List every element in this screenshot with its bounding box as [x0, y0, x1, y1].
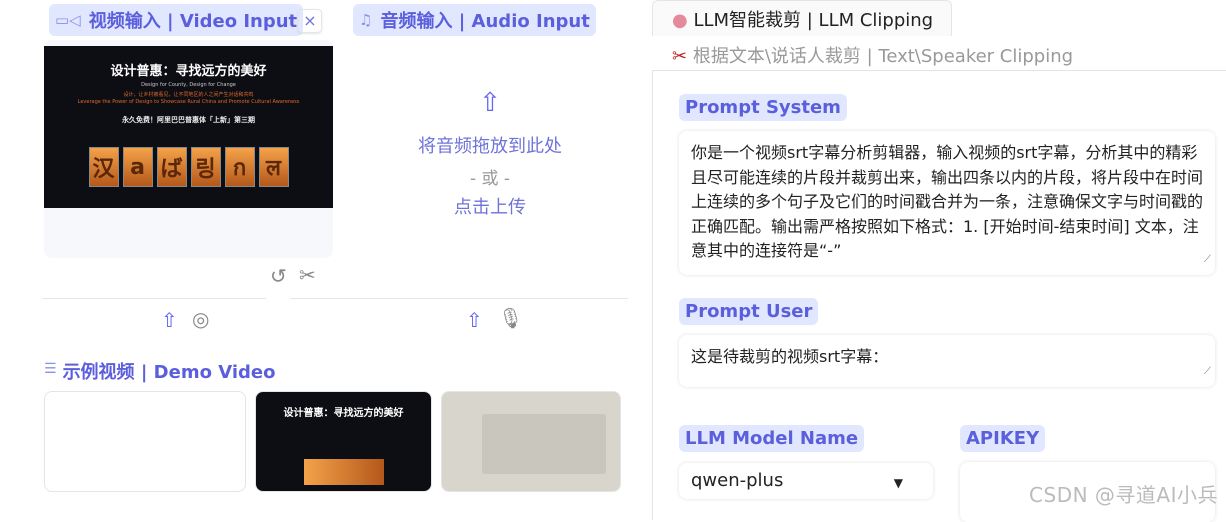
resize-handle-icon[interactable]: ⟋	[1204, 360, 1211, 385]
video-frame-event: 永久免费！阿里巴巴普惠体「上新」第三期	[122, 116, 255, 124]
thumbnail-title: 设计普惠：寻找远方的美好	[283, 408, 404, 419]
glyph-block: a	[122, 147, 153, 187]
webcam-icon[interactable]: ◎	[192, 307, 209, 331]
video-input-label: ▭◁ 视频输入 | Video Input	[49, 4, 304, 36]
video-camera-icon: ▭◁	[55, 11, 81, 29]
model-name-label: LLM Model Name	[679, 425, 865, 452]
video-frame-title: 设计普惠：寻找远方的美好	[110, 64, 267, 79]
divider	[290, 298, 628, 299]
prompt-system-label: Prompt System	[679, 94, 847, 121]
video-frame-red-line-en: Leverage the Power of Design to Showcase…	[77, 99, 300, 105]
demo-video-heading: ☰ 示例视频 | Demo Video	[44, 358, 275, 384]
or-text: - 或 -	[469, 169, 511, 189]
prompt-user-textarea[interactable]: 这是待裁剪的视频srt字幕： ⟋	[679, 335, 1215, 387]
video-frame-blocks: 汉aば링กल	[44, 147, 333, 187]
prompt-user-label: Prompt User	[679, 298, 819, 325]
upload-icon: ⇧	[479, 88, 501, 118]
thumbnail-blocks	[303, 459, 384, 485]
watermark: CSDN @寻道AI小兵	[1029, 483, 1218, 507]
demo-thumbnail-3[interactable]	[441, 391, 621, 492]
apikey-label: APIKEY	[960, 425, 1046, 452]
tab-text-speaker-clipping[interactable]: ✂ 根据文本\说话人裁剪 | Text\Speaker Clipping	[672, 42, 1073, 68]
click-upload-text[interactable]: 点击上传	[340, 193, 640, 219]
video-player[interactable]: 设计普惠：寻找远方的美好 Design for County, Design f…	[44, 46, 333, 208]
demo-thumbnail-1[interactable]	[44, 391, 246, 492]
upload-icon[interactable]: ⇧	[466, 308, 483, 332]
close-video-button[interactable]: ×	[298, 9, 322, 33]
divider	[42, 298, 266, 299]
music-note-icon: ♫	[359, 11, 373, 29]
resize-handle-icon[interactable]: ⟋	[1204, 248, 1211, 273]
glyph-block: ल	[258, 147, 289, 187]
undo-icon[interactable]: ↺	[270, 264, 287, 288]
glyph-block: ば	[156, 147, 187, 187]
audio-dropzone[interactable]: ⇧ 将音频拖放到此处 - 或 - 点击上传	[340, 88, 640, 219]
brain-icon: ●	[672, 10, 688, 31]
microphone-icon[interactable]: 🎙	[498, 306, 523, 330]
drop-text: 将音频拖放到此处	[418, 136, 562, 157]
video-frame-red-line: 设计，让乡村被看见，让不同地区的人之间产生对话和共鸣	[123, 92, 254, 98]
glyph-block: 링	[190, 147, 221, 187]
upload-icon[interactable]: ⇧	[161, 308, 178, 332]
scissors-trim-icon[interactable]: ✂	[299, 263, 316, 287]
list-icon: ☰	[44, 361, 57, 377]
glyph-block: ก	[224, 147, 255, 187]
thumbnail-screenshot-content	[482, 414, 606, 474]
video-frame-subtitle: Design for County, Design for Change	[141, 82, 236, 88]
audio-input-label: ♫ 音频输入 | Audio Input	[353, 4, 596, 36]
demo-thumbnail-2[interactable]: 设计普惠：寻找远方的美好	[255, 391, 432, 492]
model-name-dropdown[interactable]: qwen-plus ▼	[679, 463, 933, 499]
scissors-icon: ✂	[672, 46, 688, 67]
glyph-block: 汉	[88, 147, 119, 187]
tab-llm-clipping-label[interactable]: ● LLM智能裁剪 | LLM Clipping	[672, 6, 933, 32]
prompt-system-textarea[interactable]: 你是一个视频srt字幕分析剪辑器，输入视频的srt字幕，分析其中的精彩且尽可能连…	[679, 131, 1215, 275]
dropdown-arrow-icon: ▼	[893, 476, 903, 490]
